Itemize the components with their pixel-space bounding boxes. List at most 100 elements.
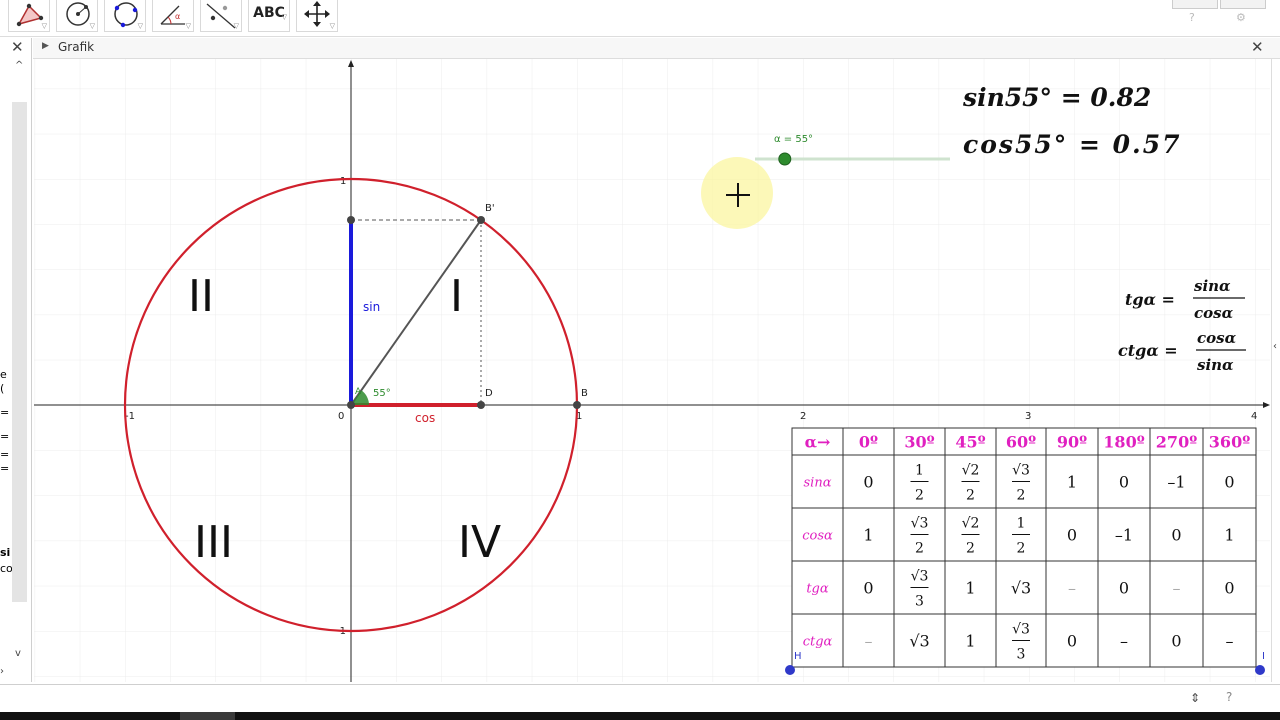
sin-value-text: sin55° = 0.82: [962, 83, 1151, 112]
algebra-fragment: =: [0, 448, 10, 461]
table-cell-numerator: √3: [1012, 463, 1030, 479]
table-header-cell: 90º: [1057, 433, 1087, 452]
tg-formula-denominator: cosα: [1194, 304, 1234, 322]
graphics-panel-header: ▶ Grafik ✕: [33, 38, 1280, 59]
table-row-label: tgα: [806, 582, 829, 597]
algebra-scrollbar[interactable]: [12, 102, 27, 602]
input-help-icon[interactable]: ?: [1226, 690, 1232, 704]
table-cell: 0: [1119, 473, 1129, 492]
point-d-label: D: [485, 388, 493, 399]
sin-point[interactable]: [347, 216, 355, 224]
panel-collapse-icon[interactable]: ▶: [42, 41, 49, 51]
point-h-label: H: [794, 651, 802, 662]
toolbar: ▽ ▽ ▽ α ▽ ▽ ABC ▽ ▽ ? ⚙: [0, 0, 1280, 37]
polygon-tool-button[interactable]: ▽: [8, 0, 50, 32]
input-updown-icon[interactable]: ⇕: [1190, 691, 1200, 705]
expand-left-icon[interactable]: ›: [0, 666, 4, 677]
table-cell: 0: [1119, 579, 1129, 598]
table-cell: –1: [1167, 473, 1185, 492]
point-i-label: I: [1262, 651, 1265, 662]
circle-center-point-tool-button[interactable]: ▽: [56, 0, 98, 32]
point-b[interactable]: [573, 401, 581, 409]
table-cell-denominator: 2: [1017, 488, 1026, 504]
table-row-label: ctgα: [803, 635, 833, 650]
table-cell: –: [1120, 632, 1128, 651]
x-tick-label: 0: [338, 411, 344, 422]
panel-title: Grafik: [58, 40, 95, 54]
quadrant-iii-label: III: [194, 517, 233, 568]
settings-gear-icon[interactable]: ⚙: [1236, 11, 1246, 24]
quadrant-iv-label: IV: [458, 517, 501, 568]
table-row-label: sinα: [804, 476, 832, 491]
table-cell-denominator: 3: [1017, 647, 1026, 663]
point-h[interactable]: [785, 665, 795, 675]
table-cell-numerator: √3: [1012, 622, 1030, 638]
table-cell-denominator: 2: [915, 488, 924, 504]
point-b-prime[interactable]: [477, 216, 485, 224]
table-header-cell: 60º: [1006, 433, 1036, 452]
table-cell-numerator: √3: [911, 569, 929, 585]
text-tool-button[interactable]: ABC ▽: [248, 0, 290, 32]
close-algebra-panel-icon[interactable]: ✕: [11, 38, 24, 56]
reflect-tool-button[interactable]: ▽: [200, 0, 242, 32]
algebra-fragment: si: [0, 546, 11, 559]
table-cell-denominator: 2: [915, 541, 924, 557]
algebra-fragments: e ( = = = = si co: [0, 368, 12, 576]
scroll-down-icon[interactable]: v: [15, 648, 21, 659]
table-cell: 1: [863, 526, 873, 545]
algebra-fragment: co: [0, 562, 12, 575]
table-cell-numerator: 1: [1017, 516, 1026, 532]
table-cell: –1: [1115, 526, 1133, 545]
graphics-view[interactable]: -1 0 1 2 3 4 1 -1 55° A B' D B sin cos I…: [34, 59, 1270, 682]
table-header-cell: 180º: [1103, 433, 1144, 452]
table-header-cell: 30º: [904, 433, 934, 452]
table-cell: 0: [1171, 632, 1181, 651]
table-header-cell: 0º: [859, 433, 878, 452]
scroll-up-icon[interactable]: ^: [15, 60, 23, 71]
redo-button[interactable]: [1220, 0, 1266, 9]
origin-point[interactable]: [347, 401, 355, 409]
table-header-cell: 45º: [955, 433, 985, 452]
move-graphics-view-tool-button[interactable]: ▽: [296, 0, 338, 32]
table-header-cell: 270º: [1156, 433, 1197, 452]
quadrant-i-label: I: [450, 271, 463, 322]
point-i[interactable]: [1255, 665, 1265, 675]
undo-button[interactable]: [1172, 0, 1218, 9]
right-panel-handle[interactable]: ‹: [1271, 59, 1280, 682]
ctg-formula-denominator: sinα: [1197, 356, 1234, 374]
sin-label: sin: [363, 300, 380, 314]
x-tick-label: 4: [1251, 411, 1257, 422]
table-cell: 1: [965, 579, 975, 598]
angle-label: 55°: [373, 388, 391, 399]
point-d[interactable]: [477, 401, 485, 409]
table-cell: √3: [909, 632, 929, 651]
close-graphics-panel-icon[interactable]: ✕: [1251, 38, 1264, 56]
table-cell-denominator: 2: [966, 488, 975, 504]
svg-text:α: α: [175, 12, 180, 21]
input-bar[interactable]: ⇕ ?: [0, 684, 1280, 713]
tg-formula-lhs: tgα =: [1125, 290, 1175, 309]
table-cell-numerator: 1: [915, 463, 924, 479]
ctg-formula-lhs: ctgα =: [1118, 341, 1178, 360]
point-b-prime-label: B': [485, 203, 495, 214]
table-cell: 0: [1224, 473, 1234, 492]
table-cell: –: [865, 632, 873, 651]
table-cell-numerator: √2: [962, 516, 980, 532]
table-cell: –: [1068, 579, 1076, 598]
taskbar-item[interactable]: [180, 712, 235, 720]
table-cell: 0: [1171, 526, 1181, 545]
expand-right-icon[interactable]: ‹: [1273, 341, 1277, 352]
help-icon[interactable]: ?: [1189, 11, 1195, 24]
circle-three-points-tool-button[interactable]: ▽: [104, 0, 146, 32]
slider-handle[interactable]: [778, 152, 792, 166]
table-cell: 0: [863, 473, 873, 492]
table-cell: 1: [965, 632, 975, 651]
table-cell: 0: [1067, 526, 1077, 545]
angle-tool-button[interactable]: α ▽: [152, 0, 194, 32]
table-cell-denominator: 2: [966, 541, 975, 557]
table-cell: 1: [1224, 526, 1234, 545]
table-cell: 0: [1224, 579, 1234, 598]
x-tick-label: 3: [1025, 411, 1031, 422]
table-cell: –: [1226, 632, 1234, 651]
table-cell: 1: [1067, 473, 1077, 492]
